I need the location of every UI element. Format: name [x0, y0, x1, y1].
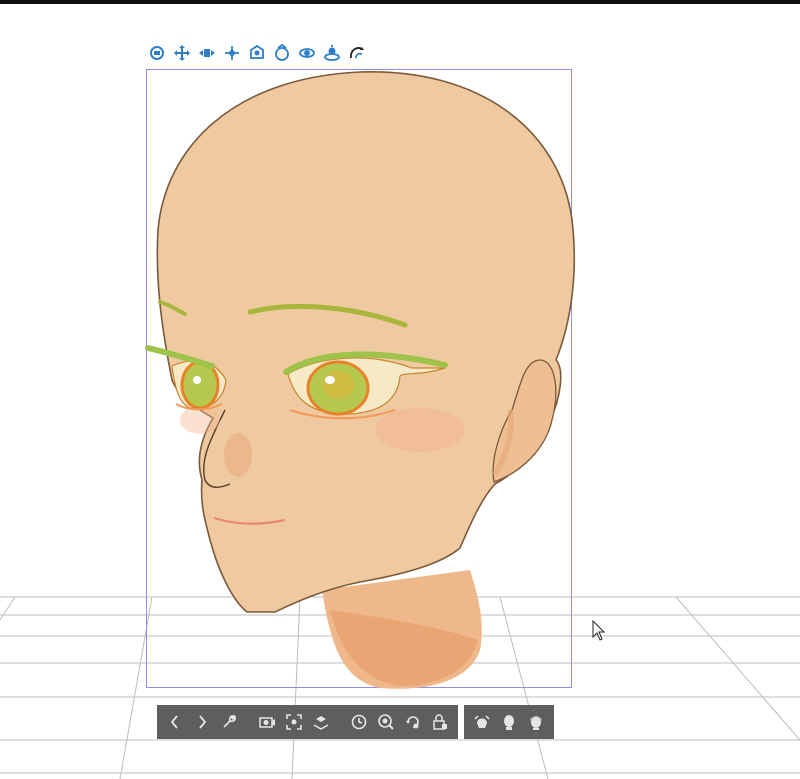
wrench-icon[interactable]: [217, 709, 241, 735]
fit-frame-icon[interactable]: [282, 709, 306, 735]
head-model[interactable]: [0, 0, 800, 779]
head-hair-icon[interactable]: [524, 709, 548, 735]
object-toolbar-main: [157, 705, 458, 739]
head-front-icon[interactable]: [497, 709, 521, 735]
object-toolbar-presets: [464, 705, 554, 739]
ground-icon[interactable]: [309, 709, 333, 735]
clock-icon[interactable]: [347, 709, 371, 735]
chevron-right-icon[interactable]: [190, 709, 214, 735]
object-launcher-bar: [146, 42, 368, 64]
snap-to-ground-icon[interactable]: [346, 42, 368, 64]
rotate-reset-icon[interactable]: [401, 709, 425, 735]
window-top-border: [0, 0, 800, 4]
object-rotate-ground-icon[interactable]: [321, 42, 343, 64]
object-rotate-icon[interactable]: [271, 42, 293, 64]
object-rotate-xy-icon[interactable]: [296, 42, 318, 64]
object-move-icon[interactable]: [221, 42, 243, 64]
object-toolbar: [157, 705, 554, 739]
head-preset-icon[interactable]: [470, 709, 494, 735]
object-move-2d-icon[interactable]: [246, 42, 268, 64]
camera-dolly-icon[interactable]: [196, 42, 218, 64]
3d-viewport[interactable]: [0, 0, 800, 779]
camera-rotate-icon[interactable]: [146, 42, 168, 64]
lock-icon[interactable]: [428, 709, 452, 735]
mouse-cursor-icon: [592, 620, 606, 641]
camera-reset-icon[interactable]: [255, 709, 279, 735]
reset-pose-icon[interactable]: [374, 709, 398, 735]
camera-pan-icon[interactable]: [171, 42, 193, 64]
chevron-left-icon[interactable]: [163, 709, 187, 735]
